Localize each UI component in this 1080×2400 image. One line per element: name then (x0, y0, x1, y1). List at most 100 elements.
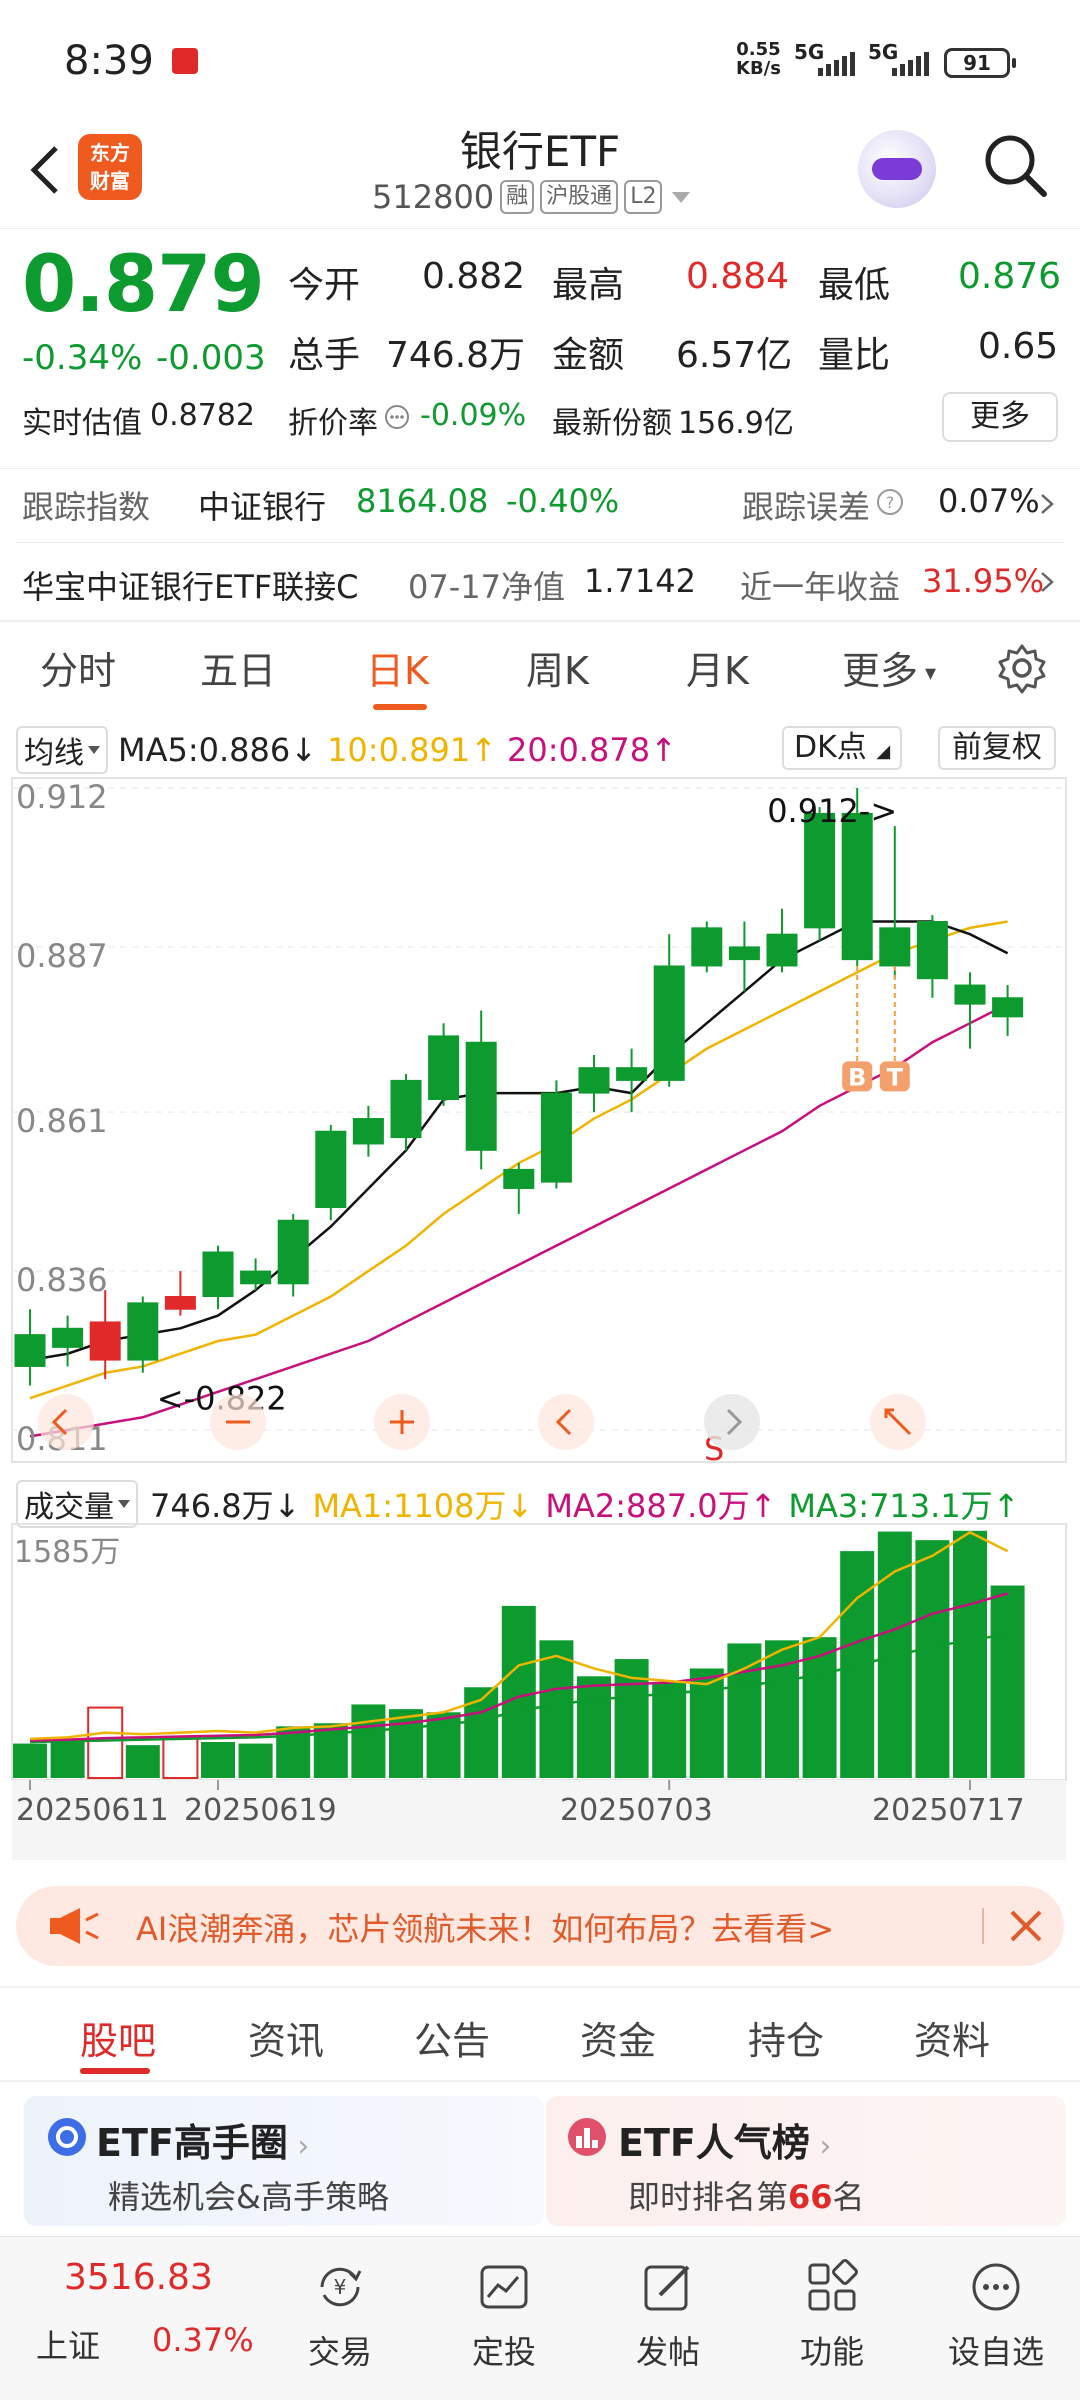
candle-body (277, 1219, 309, 1285)
gear-icon[interactable] (996, 642, 1048, 694)
edit-post-icon (644, 2265, 690, 2311)
tab-announcements[interactable]: 公告 (414, 2010, 490, 2065)
volume-bar (652, 1682, 687, 1778)
chevron-down-icon (672, 191, 691, 203)
adjust-button[interactable]: 前复权 (938, 726, 1056, 770)
app-header: 东方 财富 银行ETF 512800 融 沪股通 L2 (0, 110, 1080, 230)
tab-funds-flow[interactable]: 资金 (580, 2010, 656, 2065)
auto-invest-chart-icon (480, 2265, 528, 2309)
nav-post[interactable]: 发帖 (598, 2237, 738, 2400)
volume-bar (915, 1540, 950, 1778)
candle-body (164, 1296, 196, 1310)
move-right-icon[interactable] (702, 1392, 762, 1452)
fullscreen-icon[interactable] (868, 1392, 928, 1452)
ellipsis-circle-icon[interactable] (384, 404, 410, 430)
nav-functions[interactable]: 功能 (762, 2237, 902, 2400)
volume-bar (501, 1605, 536, 1778)
functions-grid-icon (808, 2259, 858, 2311)
more-button[interactable]: 更多 (942, 392, 1058, 442)
zoom-out-icon[interactable] (208, 1392, 268, 1452)
high-annotation: 0.912-> (767, 792, 897, 830)
tab-daily-k[interactable]: 日K (366, 640, 429, 695)
tracking-index-label: 跟踪指数 (22, 488, 151, 526)
card-title-2: ETF人气榜 › (618, 2121, 832, 2165)
volume-bar (990, 1585, 1025, 1778)
index-ticker[interactable]: 3516.83 上证 0.37% (0, 2237, 260, 2400)
ma5-line (29, 920, 1009, 1362)
candle-body (465, 1041, 497, 1151)
ellipsis-circle-icon-2 (972, 2263, 1020, 2311)
low-value: 0.876 (958, 256, 1062, 297)
change-percent: -0.34% (22, 338, 143, 378)
clock: 8:39 (64, 38, 154, 84)
candle-body (503, 1168, 535, 1189)
card-etf-experts[interactable]: ETF高手圈 › 精选机会&高手策略 (24, 2096, 544, 2226)
search-icon[interactable] (980, 130, 1050, 200)
security-code: 512800 (372, 178, 495, 216)
help-icon[interactable]: ? (876, 488, 904, 516)
ranking-icon (568, 2118, 606, 2156)
date-axis-label: 20250703 (560, 1793, 713, 1828)
tab-news[interactable]: 资讯 (248, 2010, 324, 2065)
signal-badge-label: T (887, 1063, 904, 1091)
ma-legend: 均线 MA5:0.886↓ 10:0.891↑ 20:0.878↑ (16, 726, 677, 774)
zoom-in-icon[interactable] (372, 1392, 432, 1452)
premium-value: -0.09% (420, 398, 527, 433)
security-code-row[interactable]: 512800 融 沪股通 L2 (372, 178, 691, 216)
iopv-value: 0.8782 (150, 398, 255, 433)
candle-body (352, 1118, 384, 1145)
tab-intraday[interactable]: 分时 (40, 640, 116, 695)
tab-holdings[interactable]: 持仓 (748, 2010, 824, 2065)
candle-body (691, 927, 723, 967)
scroll-start-icon[interactable] (36, 1392, 96, 1452)
volume-bar (50, 1742, 85, 1778)
yield-label: 近一年收益 (740, 568, 901, 606)
nav-auto-invest[interactable]: 定投 (434, 2237, 574, 2400)
indicator-select[interactable]: 均线 (16, 726, 108, 774)
candle-body (52, 1327, 84, 1348)
linked-fund-name[interactable]: 华宝中证银行ETF联接C (22, 562, 359, 608)
candle-body (841, 812, 873, 961)
tab-weekly-k[interactable]: 周K (526, 640, 589, 695)
tab-monthly-k[interactable]: 月K (686, 640, 749, 695)
volume-chart[interactable]: 1585万 20250611 20250619 20250703 20250717 (0, 1520, 1080, 1870)
candlestick-chart[interactable]: 0.9120.8870.8610.8360.8110.912-><-0.822B… (0, 770, 1080, 1470)
candle-body (804, 812, 836, 929)
volume-bar (162, 1736, 199, 1780)
close-icon[interactable] (1006, 1906, 1046, 1946)
candle-body (202, 1251, 234, 1298)
tab-five-day[interactable]: 五日 (200, 640, 276, 695)
ma5-value: MA5:0.886↓ (118, 731, 318, 769)
tab-profile[interactable]: 资料 (914, 2010, 990, 2065)
chevron-right-icon[interactable] (1038, 492, 1056, 516)
high-value: 0.884 (686, 256, 790, 297)
move-left-icon[interactable] (536, 1392, 596, 1452)
card-title: ETF高手圈 › (96, 2121, 310, 2165)
chevron-right-icon-2[interactable] (1038, 570, 1056, 594)
banner-divider (982, 1908, 984, 1944)
volume-bar (953, 1530, 987, 1778)
iopv-label: 实时估值 (22, 406, 142, 441)
nav-trade[interactable]: ¥ 交易 (270, 2237, 410, 2400)
tracking-index-name[interactable]: 中证银行 (198, 482, 326, 528)
signal-icon (818, 52, 855, 76)
low-label: 最低 (818, 265, 891, 306)
tracking-index-value: 8164.08 (356, 482, 489, 520)
card-etf-popularity[interactable]: ETF人气榜 › 即时排名第66名 (546, 2096, 1066, 2226)
tab-more[interactable]: 更多 ▾ (842, 640, 936, 695)
svg-text:?: ? (886, 493, 895, 512)
nav-add-watchlist[interactable]: 设自选 (926, 2237, 1066, 2400)
candle-body (766, 933, 798, 967)
volume-value: 746.8万 (386, 335, 526, 376)
vol-ratio-label: 量比 (818, 335, 891, 376)
candle-body (240, 1270, 272, 1285)
assistant-robot-icon[interactable] (858, 130, 936, 208)
dk-points-button[interactable]: DK点 ◢ (782, 726, 903, 770)
signal-badge-label: B (848, 1063, 866, 1091)
candle-body (578, 1067, 610, 1094)
trade-yen-icon: ¥ (320, 2267, 362, 2307)
yield-value: 31.95% (922, 562, 1045, 600)
tab-guba[interactable]: 股吧 (80, 2010, 156, 2065)
ad-banner[interactable]: AI浪潮奔涌，芯片领航未来！如何布局？去看看> (16, 1886, 1064, 1966)
candle-body (428, 1035, 460, 1100)
